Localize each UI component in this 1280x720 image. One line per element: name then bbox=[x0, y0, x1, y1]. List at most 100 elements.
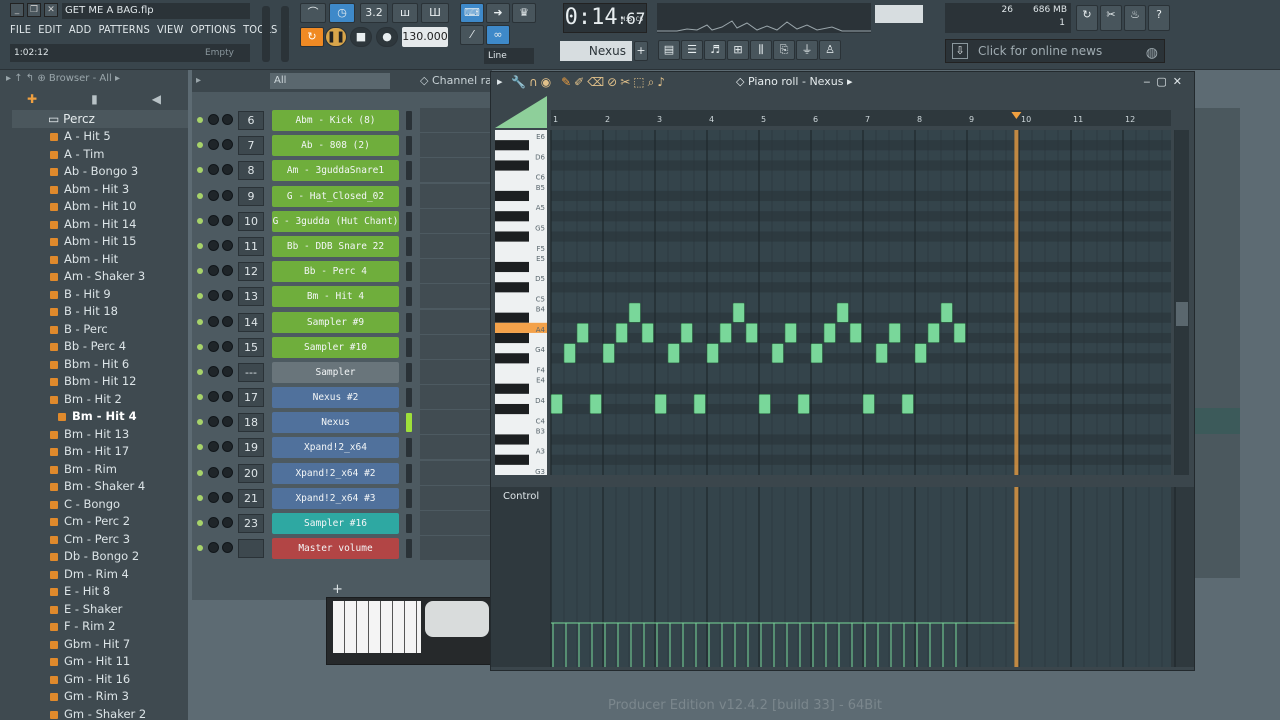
channel-steps[interactable] bbox=[420, 108, 492, 133]
channel-name-button[interactable]: Nexus bbox=[272, 412, 399, 434]
menu-view[interactable]: VIEW bbox=[157, 23, 184, 39]
menu-add[interactable]: ADD bbox=[69, 23, 92, 39]
channel-pan-knob[interactable] bbox=[208, 139, 219, 151]
channel-pan-knob[interactable] bbox=[208, 542, 219, 554]
tree-folder-percz[interactable]: ▭ Percz bbox=[12, 110, 188, 128]
browser-item[interactable]: B - Hit 9 bbox=[12, 286, 188, 304]
mute-icon[interactable]: ⊘ bbox=[607, 75, 620, 89]
note[interactable] bbox=[589, 394, 602, 414]
document-icon[interactable]: ▮ bbox=[91, 92, 98, 106]
channel-mute-led[interactable] bbox=[197, 394, 203, 401]
channel-steps[interactable] bbox=[420, 259, 492, 285]
select-icon[interactable]: ⬚ bbox=[633, 75, 647, 89]
channel-mute-led[interactable] bbox=[197, 520, 203, 526]
note[interactable] bbox=[550, 394, 563, 414]
note[interactable] bbox=[901, 394, 914, 414]
pr-menu-arrow-icon[interactable]: ▸ bbox=[497, 72, 503, 92]
channel-steps[interactable] bbox=[420, 511, 492, 536]
channel-name-button[interactable]: Bb - DDB Snare 22 bbox=[272, 235, 399, 257]
channel-name-button[interactable]: Ab - 808 (2) bbox=[272, 135, 399, 157]
brush-icon[interactable]: ⁄ bbox=[460, 25, 484, 45]
channel-name-button[interactable]: G - Hat_Closed_02 bbox=[272, 185, 399, 207]
piano-black-key[interactable] bbox=[495, 140, 529, 151]
microphone-stand-icon[interactable]: ♙ bbox=[819, 40, 841, 60]
browser-item[interactable]: Cm - Perc 2 bbox=[12, 513, 188, 531]
maximize-icon[interactable]: ▢ bbox=[1156, 75, 1172, 88]
instrument-select[interactable]: Nexus bbox=[560, 41, 632, 61]
note[interactable] bbox=[602, 343, 615, 364]
restore-icon[interactable]: ❐ bbox=[27, 3, 41, 17]
channel-name-button[interactable]: Xpand!2_x64 bbox=[272, 437, 399, 459]
close-icon[interactable]: ✕ bbox=[44, 3, 58, 17]
channel-mute-led[interactable] bbox=[197, 293, 203, 300]
channel-mute-led[interactable] bbox=[197, 167, 203, 174]
channel-steps[interactable] bbox=[420, 208, 492, 234]
browser-item[interactable]: B - Perc bbox=[12, 321, 188, 339]
channel-mixer-track[interactable]: 19 bbox=[238, 438, 264, 458]
channel-volume-knob[interactable] bbox=[222, 265, 233, 277]
note[interactable] bbox=[927, 322, 940, 343]
browser-item[interactable]: Gbm - Hit 7 bbox=[12, 636, 188, 654]
pencil-icon[interactable]: ✎ bbox=[561, 75, 574, 89]
time-display[interactable]: 0:14:67 M:S:CS bbox=[563, 3, 647, 33]
channel-volume-knob[interactable] bbox=[222, 491, 233, 503]
note[interactable] bbox=[784, 322, 797, 343]
note[interactable] bbox=[680, 322, 693, 343]
channel-mute-led[interactable] bbox=[197, 368, 203, 375]
channel-steps[interactable] bbox=[420, 536, 492, 562]
browser-item[interactable]: Gm - Shaker 2 bbox=[12, 706, 188, 720]
channel-name-button[interactable]: Bm - Hit 4 bbox=[272, 286, 399, 308]
piano-black-key[interactable] bbox=[495, 434, 529, 445]
channel-steps[interactable] bbox=[420, 284, 492, 310]
menu-options[interactable]: OPTIONS bbox=[190, 23, 236, 39]
note[interactable] bbox=[810, 343, 823, 364]
channel-mixer-track[interactable]: 7 bbox=[238, 136, 264, 156]
browser-item[interactable]: F - Rim 2 bbox=[12, 618, 188, 636]
channel-name-button[interactable]: Sampler #10 bbox=[272, 336, 399, 358]
channel-pan-knob[interactable] bbox=[208, 189, 219, 201]
channel-mixer-track[interactable]: 20 bbox=[238, 463, 264, 483]
note[interactable] bbox=[641, 322, 654, 343]
tempo-display[interactable]: 130.000 bbox=[402, 27, 448, 47]
help-icon[interactable]: ? bbox=[1148, 5, 1170, 31]
channel-mute-led[interactable] bbox=[197, 545, 203, 552]
channel-pan-knob[interactable] bbox=[208, 391, 219, 403]
channel-steps[interactable] bbox=[420, 133, 492, 159]
channel-mute-led[interactable] bbox=[197, 192, 203, 199]
channel-select-indicator[interactable] bbox=[406, 438, 412, 458]
piano-black-key[interactable] bbox=[495, 403, 529, 415]
browser-item[interactable]: Bbm - Hit 6 bbox=[12, 356, 188, 374]
channel-mute-led[interactable] bbox=[197, 469, 203, 476]
browser-item[interactable]: E - Shaker bbox=[12, 601, 188, 619]
piano-roll-icon[interactable]: ♬ bbox=[704, 40, 726, 60]
browser-item[interactable]: Ab - Bongo 3 bbox=[12, 163, 188, 181]
channel-steps[interactable] bbox=[420, 359, 492, 385]
browser-item[interactable]: A - Hit 5 bbox=[12, 128, 188, 146]
zoom-icon[interactable]: ⌕ bbox=[648, 75, 658, 89]
channel-mute-led[interactable] bbox=[197, 268, 203, 275]
channel-pan-knob[interactable] bbox=[208, 365, 219, 377]
browser-item[interactable]: Abm - Hit 14 bbox=[12, 216, 188, 234]
browser-item[interactable]: Abm - Hit 10 bbox=[12, 198, 188, 216]
channel-select-indicator[interactable] bbox=[406, 388, 412, 408]
note[interactable] bbox=[706, 343, 719, 364]
piano-black-key[interactable] bbox=[495, 190, 529, 202]
channel-select-indicator[interactable] bbox=[406, 463, 412, 483]
channel-steps[interactable] bbox=[420, 410, 492, 436]
channel-select-indicator[interactable] bbox=[406, 488, 412, 508]
channel-name-button[interactable]: Am - 3guddaSnare1 bbox=[272, 160, 399, 182]
browser-item[interactable]: Bm - Hit 13 bbox=[12, 426, 188, 444]
channel-mute-led[interactable] bbox=[197, 117, 203, 123]
channel-mixer-track[interactable]: 14 bbox=[238, 312, 264, 332]
metronome-icon[interactable]: ⌒ bbox=[300, 3, 326, 23]
channel-pan-knob[interactable] bbox=[208, 214, 219, 226]
channel-steps[interactable] bbox=[420, 309, 492, 335]
piano-black-key[interactable] bbox=[495, 160, 529, 171]
channel-name-button[interactable]: Sampler bbox=[272, 361, 399, 383]
microphone-icon[interactable]: ♨ bbox=[1124, 5, 1146, 31]
note[interactable] bbox=[940, 302, 953, 323]
channel-volume-knob[interactable] bbox=[222, 114, 233, 125]
mixer-icon[interactable]: ⫼ bbox=[750, 40, 772, 60]
channel-volume-knob[interactable] bbox=[222, 391, 233, 403]
channel-mixer-track[interactable] bbox=[238, 539, 264, 559]
